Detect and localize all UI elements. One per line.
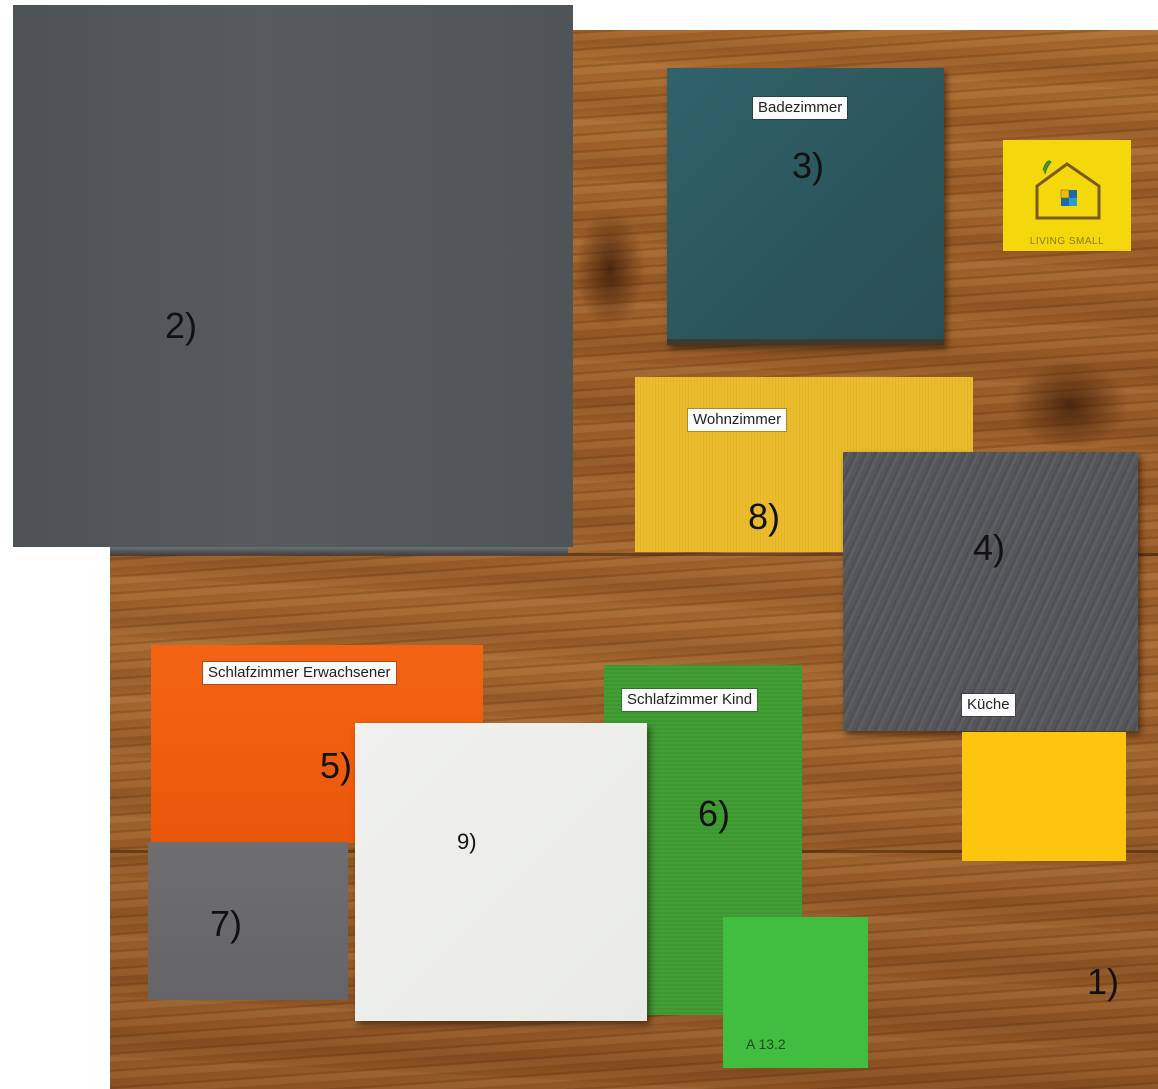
house-logo-icon: [1035, 160, 1101, 220]
green-color-card: [723, 917, 868, 1068]
sample-number-1: 1): [1087, 961, 1120, 1002]
wood-knot: [575, 210, 645, 330]
wood-knot: [1010, 360, 1130, 450]
sample-number-9: 9): [457, 829, 477, 854]
green-card-code: A 13.2: [746, 1036, 786, 1052]
panel-edge: [110, 547, 568, 555]
white-tile-sample: [355, 723, 647, 1021]
sample-number-5: 5): [320, 745, 353, 786]
living-small-logo: [1003, 140, 1131, 251]
label-kitchen: Küche: [962, 694, 1015, 716]
sample-number-3: 3): [792, 145, 825, 186]
yellow-color-card: [962, 732, 1126, 861]
label-bathroom: Badezimmer: [753, 97, 848, 119]
grey-fabric-sample: [148, 842, 348, 1000]
sample-number-8: 8): [748, 496, 781, 537]
label-living-room: Wohnzimmer: [688, 409, 787, 431]
grey-felt-sample: [843, 452, 1138, 731]
sample-number-6: 6): [698, 793, 731, 834]
sample-number-7: 7): [210, 903, 243, 944]
label-bedroom-adults: Schlafzimmer Erwachsener: [203, 662, 396, 684]
label-bedroom-child: Schlafzimmer Kind: [622, 689, 758, 711]
logo-text: LIVING SMALL: [1029, 236, 1105, 247]
sample-number-2: 2): [165, 305, 198, 346]
anthracite-panel-sample: [13, 5, 573, 547]
sample-number-4: 4): [973, 527, 1006, 568]
